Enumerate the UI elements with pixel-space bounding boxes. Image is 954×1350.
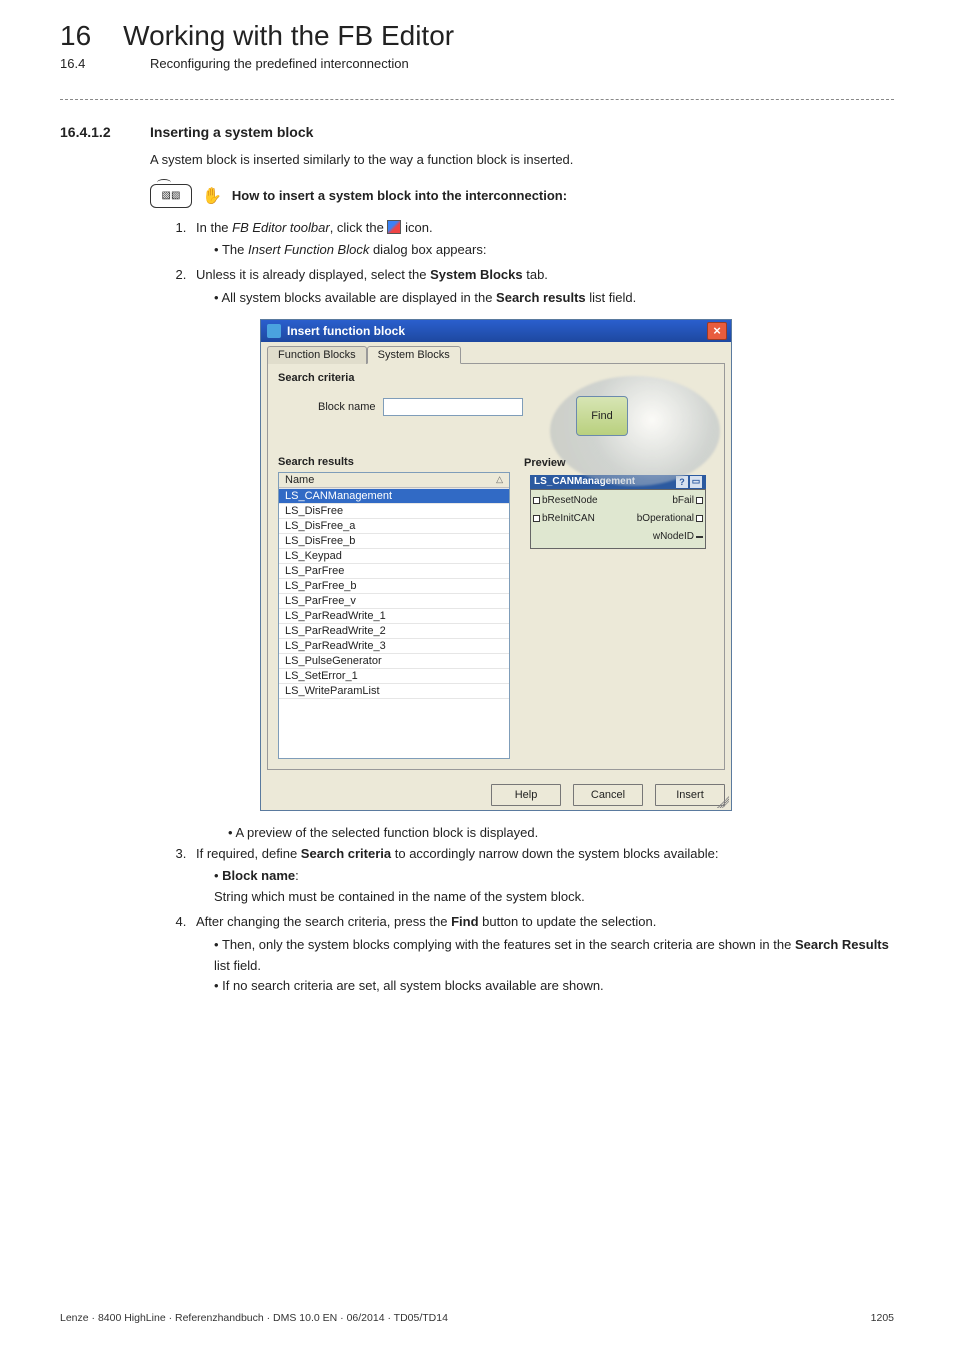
section-number: 16.4.1.2	[60, 124, 130, 140]
step-3-b1-colon: :	[295, 868, 299, 883]
step-1: In the FB Editor toolbar, click the icon…	[190, 218, 894, 262]
result-row[interactable]: LS_PulseGenerator	[279, 653, 509, 668]
column-name: Name	[285, 474, 314, 486]
port-icon	[696, 497, 703, 504]
howto-heading: How to insert a system block into the in…	[232, 188, 567, 203]
step-4-bullet-1: Then, only the system blocks complying w…	[214, 935, 894, 977]
find-button[interactable]: Find	[576, 396, 628, 436]
result-row[interactable]: LS_ParReadWrite_1	[279, 608, 509, 623]
result-row[interactable]: LS_ParFree_b	[279, 578, 509, 593]
result-row[interactable]: LS_DisFree_b	[279, 533, 509, 548]
step-3-b1-desc: String which must be contained in the na…	[214, 889, 585, 904]
after-dialog-bullet: A preview of the selected function block…	[228, 825, 894, 840]
insert-function-block-term: Insert Function Block	[248, 242, 369, 257]
step-4-post: button to update the selection.	[479, 914, 657, 929]
step-4-b1-pre: Then, only the system blocks complying w…	[222, 937, 795, 952]
cancel-button[interactable]: Cancel	[573, 784, 643, 806]
port-in-2: bReInitCAN	[542, 513, 595, 524]
section-title: Inserting a system block	[150, 124, 313, 140]
port-icon	[533, 515, 540, 522]
block-name-input[interactable]	[383, 398, 523, 416]
step-1-b1-pre: The	[222, 242, 248, 257]
chapter-number: 16	[60, 20, 91, 52]
dialog-titlebar[interactable]: Insert function block ×	[261, 320, 731, 342]
result-row-selected[interactable]: LS_CANManagement	[279, 488, 509, 503]
fb-editor-toolbar-term: FB Editor toolbar	[232, 220, 330, 235]
step-4-b1-post: list field.	[214, 958, 261, 973]
step-2-bullet-1: All system blocks available are displaye…	[214, 288, 894, 309]
step-3-bullet-1: Block name: String which must be contain…	[214, 866, 894, 908]
intro-paragraph: A system block is inserted similarly to …	[150, 150, 894, 170]
step-1-b1-post: dialog box appears:	[369, 242, 486, 257]
resize-grip-icon[interactable]	[717, 796, 729, 808]
result-row[interactable]: LS_WriteParamList	[279, 683, 509, 698]
subsection-number: 16.4	[60, 56, 118, 71]
search-results-term-2: Search Results	[795, 937, 889, 952]
footer-left: Lenze · 8400 HighLine · Referenzhandbuch…	[60, 1312, 448, 1324]
system-blocks-tab-term: System Blocks	[430, 267, 523, 282]
step-3-post: to accordingly narrow down the system bl…	[391, 846, 718, 861]
step-2-post: tab.	[523, 267, 548, 282]
port-out-2: bOperational	[637, 513, 694, 524]
step-1-bullet-1: The Insert Function Block dialog box app…	[214, 240, 894, 261]
port-out-3: wNodeID	[653, 531, 694, 542]
search-results-table[interactable]: Name △ LS_CANManagement LS_DisFree LS_Di…	[278, 472, 510, 759]
hand-icon: ✋	[202, 186, 222, 206]
step-1-text-pre: In the	[196, 220, 232, 235]
results-column-header[interactable]: Name △	[279, 473, 509, 488]
search-results-term: Search results	[496, 290, 586, 305]
search-criteria-term: Search criteria	[301, 846, 391, 861]
step-2-b1-post: list field.	[586, 290, 637, 305]
search-results-group: Search results	[278, 456, 510, 468]
subsection-title: Reconfiguring the predefined interconnec…	[150, 56, 409, 71]
block-name-label: Block name	[318, 401, 375, 413]
close-button[interactable]: ×	[707, 322, 727, 340]
step-4-bullet-2: If no search criteria are set, all syste…	[214, 976, 894, 997]
chapter-title: Working with the FB Editor	[123, 20, 454, 52]
port-out-1: bFail	[672, 495, 694, 506]
result-row[interactable]: LS_ParFree_v	[279, 593, 509, 608]
result-row[interactable]: LS_DisFree	[279, 503, 509, 518]
port-icon	[696, 536, 703, 538]
port-in-1: bResetNode	[542, 495, 598, 506]
find-button-term: Find	[451, 914, 478, 929]
port-icon	[696, 515, 703, 522]
dialog-app-icon	[267, 324, 281, 338]
insert-block-icon	[387, 220, 401, 234]
step-3-pre: If required, define	[196, 846, 301, 861]
step-2: Unless it is already displayed, select t…	[190, 265, 894, 309]
block-name-term: Block name	[222, 868, 295, 883]
step-4: After changing the search criteria, pres…	[190, 912, 894, 997]
tab-system-blocks[interactable]: System Blocks	[367, 346, 461, 364]
port-icon	[533, 497, 540, 504]
step-2-pre: Unless it is already displayed, select t…	[196, 267, 430, 282]
step-1-text-post: icon.	[401, 220, 432, 235]
step-4-pre: After changing the search criteria, pres…	[196, 914, 451, 929]
keyboard-icon: ▧▧	[150, 184, 192, 208]
step-2-b1-pre: All system blocks available are displaye…	[221, 290, 496, 305]
result-row[interactable]: LS_SetError_1	[279, 668, 509, 683]
preview-collapse-icon[interactable]: ▭	[690, 476, 702, 488]
sort-indicator-icon: △	[496, 474, 503, 485]
dialog-title-text: Insert function block	[287, 324, 405, 338]
result-row[interactable]: LS_ParReadWrite_3	[279, 638, 509, 653]
separator	[60, 99, 894, 100]
result-row[interactable]: LS_Keypad	[279, 548, 509, 563]
help-button[interactable]: Help	[491, 784, 561, 806]
page-number: 1205	[871, 1312, 894, 1324]
preview-function-block: LS_CANManagement ? ▭ bResetNode bFail	[530, 475, 706, 549]
step-3: If required, define Search criteria to a…	[190, 844, 894, 908]
result-row[interactable]: LS_ParFree	[279, 563, 509, 578]
result-row[interactable]: LS_DisFree_a	[279, 518, 509, 533]
tab-function-blocks[interactable]: Function Blocks	[267, 346, 367, 364]
step-1-text-mid: , click the	[330, 220, 388, 235]
result-row[interactable]: LS_ParReadWrite_2	[279, 623, 509, 638]
results-empty-space	[279, 698, 509, 758]
insert-function-block-dialog: Insert function block × Function Blocks …	[260, 319, 732, 811]
insert-button[interactable]: Insert	[655, 784, 725, 806]
